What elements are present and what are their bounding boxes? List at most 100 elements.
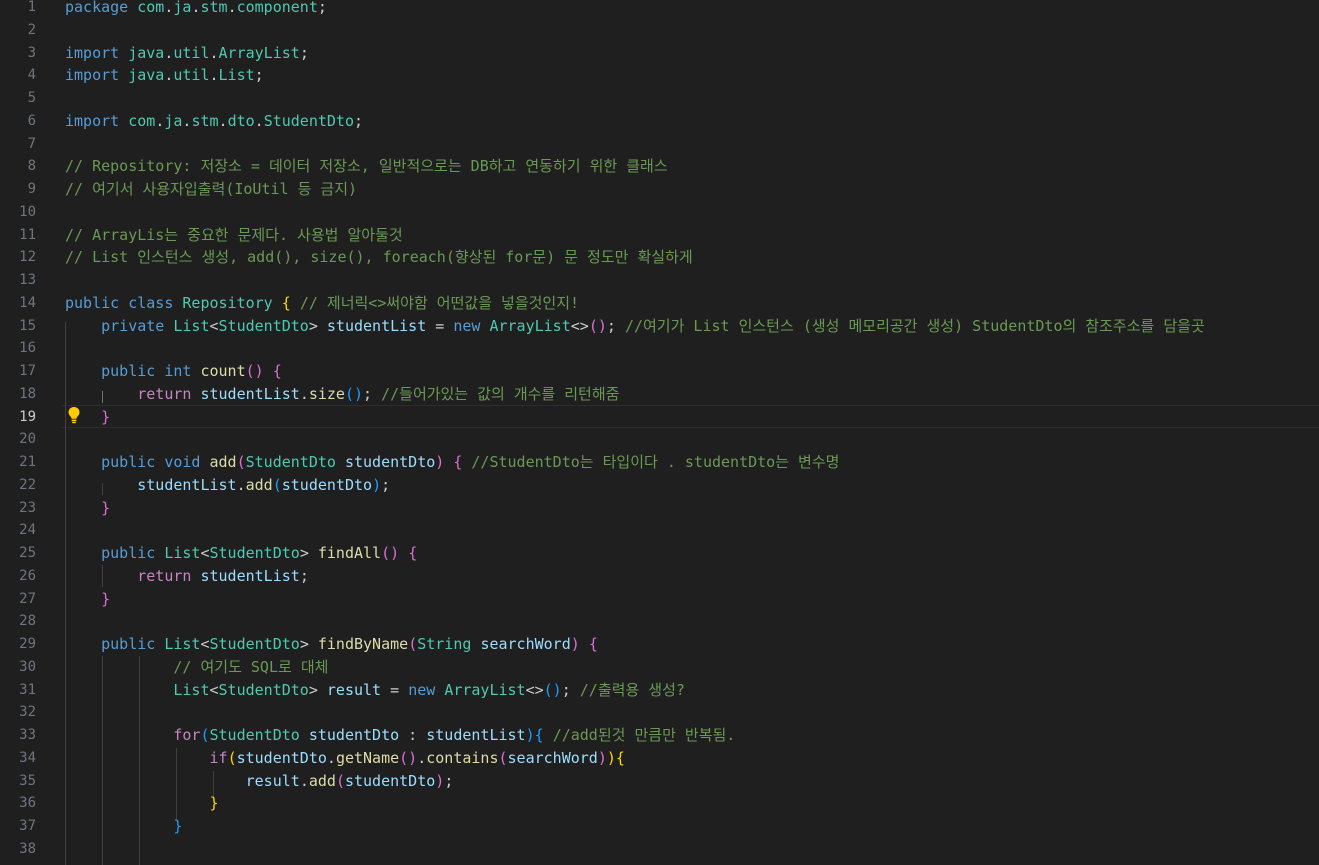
code-line[interactable]: 25 public List<StudentDto> findAll() { (0, 542, 1319, 565)
code-line[interactable]: 32 (0, 701, 1319, 724)
code-token: ; (354, 111, 364, 130)
code-text: // List 인스턴스 생성, add(), size(), foreach(… (65, 246, 693, 269)
code-line[interactable]: 30 // 여기도 SQL로 대체 (0, 656, 1319, 679)
code-token: > (299, 635, 318, 653)
code-text: } (65, 815, 182, 838)
code-token: List (218, 66, 255, 85)
code-line[interactable]: 29 public List<StudentDto> findByName(St… (0, 633, 1319, 656)
code-line[interactable]: 31 List<StudentDto> result = new ArrayLi… (0, 679, 1319, 702)
code-line[interactable]: 11 // ArrayLis는 중요한 문제다. 사용법 알아둘것 (0, 224, 1319, 247)
code-line[interactable]: 4 import java.util.List; (0, 64, 1319, 87)
line-number: 2 (27, 21, 36, 38)
code-text: } (65, 588, 110, 611)
line-number: 11 (19, 226, 36, 243)
code-line[interactable]: 36 } (0, 792, 1319, 815)
code-line[interactable]: 1 package com.ja.stm.component; (0, 0, 1319, 19)
code-line[interactable]: 35 result.add(studentDto); (0, 770, 1319, 793)
code-line[interactable]: 27 } (0, 588, 1319, 611)
code-line[interactable]: 6 import com.ja.stm.dto.StudentDto; (0, 110, 1319, 133)
code-line[interactable]: 15 private List<StudentDto> studentList … (0, 315, 1319, 338)
code-token: List (164, 635, 201, 653)
code-line[interactable]: 16 (0, 337, 1319, 360)
code-token: findByName (317, 635, 409, 653)
code-token: StudentDto (209, 635, 300, 653)
code-token: <> (570, 316, 589, 335)
code-token: . (236, 475, 246, 494)
code-line[interactable]: 21 public void add(StudentDto studentDto… (0, 451, 1319, 474)
code-text: private List<StudentDto> studentList = n… (65, 315, 1205, 338)
code-token: ; (363, 384, 382, 403)
code-token: . (227, 0, 237, 16)
code-line[interactable]: 23 } (0, 497, 1319, 520)
code-token: = (426, 316, 454, 335)
code-token: public (101, 635, 156, 653)
code-editor[interactable]: 1 package com.ja.stm.component; 2 3 import j… (0, 0, 1319, 865)
code-token: String (417, 635, 472, 653)
code-token: () (344, 384, 364, 403)
code-text: import java.util.List; (65, 64, 264, 87)
code-line[interactable]: 9 // 여기서 사용자입출력(IoUtil 등 금지) (0, 178, 1319, 201)
code-token: studentList (200, 566, 300, 585)
code-line[interactable]: 10 (0, 201, 1319, 224)
code-line[interactable]: 13 (0, 269, 1319, 292)
code-token: StudentDto (263, 111, 354, 130)
line-number: 16 (19, 340, 36, 357)
code-token: ; (561, 680, 580, 699)
code-token: //들어가있는 값의 개수를 리턴해줌 (381, 384, 620, 403)
code-line[interactable]: 18 return studentList.size(); //들어가있는 값의… (0, 383, 1319, 406)
line-number: 14 (19, 294, 36, 311)
code-token: } (101, 498, 111, 517)
code-token: for (173, 726, 201, 744)
code-token: } (209, 794, 219, 813)
code-token: private (101, 316, 165, 335)
code-token: StudentDto (209, 544, 300, 562)
line-number: 21 (19, 454, 36, 470)
code-line[interactable]: 34 if(studentDto.getName().contains(sear… (0, 747, 1319, 770)
line-number: 19 (19, 408, 36, 425)
code-token: > (308, 680, 327, 699)
code-line[interactable]: 24 (0, 519, 1319, 542)
code-line[interactable]: 7 (0, 133, 1319, 156)
code-line[interactable]: 2 (0, 19, 1319, 42)
code-line[interactable]: 20 (0, 428, 1319, 451)
code-line[interactable]: 26 return studentList; (0, 565, 1319, 588)
code-line[interactable]: 5 (0, 87, 1319, 110)
code-line[interactable]: 38 (0, 838, 1319, 861)
code-token: // 여기서 사용자입출력(IoUtil 등 금지) (65, 180, 358, 198)
code-line[interactable]: 28 (0, 610, 1319, 633)
code-line[interactable]: 37 } (0, 815, 1319, 838)
code-token: ( (200, 726, 210, 744)
code-line[interactable]: 12 // List 인스턴스 생성, add(), size(), foreac… (0, 246, 1319, 269)
code-text: // Repository: 저장소 = 데이터 저장소, 일반적으로는 DB하… (65, 155, 668, 178)
code-token: . (254, 111, 264, 130)
code-line[interactable]: 19 } (0, 406, 1319, 429)
code-token: StudentDto (209, 726, 300, 744)
code-line[interactable]: 3 import java.util.ArrayList; (0, 42, 1319, 65)
code-text: } (65, 792, 219, 815)
code-token: // ArrayLis는 중요한 문제다. 사용법 알아둘것 (65, 225, 403, 244)
line-number: 3 (27, 44, 36, 61)
lightbulb-icon[interactable] (67, 406, 81, 424)
code-token: findAll (317, 544, 382, 562)
code-line[interactable]: 17 public int count() { (0, 360, 1319, 383)
code-line[interactable]: 8 // Repository: 저장소 = 데이터 저장소, 일반적으로는 DB… (0, 155, 1319, 178)
code-line[interactable]: 22 studentList.add(studentDto); (0, 474, 1319, 497)
code-line[interactable]: 33 for(StudentDto studentDto : studentLi… (0, 724, 1319, 747)
line-number: 7 (27, 135, 36, 152)
code-token: < (209, 680, 219, 699)
code-text: return studentList; (65, 565, 309, 588)
code-token: ){ (525, 726, 544, 744)
code-token: searchWord (507, 748, 598, 767)
code-token: Repository (182, 293, 273, 312)
code-line[interactable]: 14 public class Repository { // 제너릭<>써야함 … (0, 292, 1319, 315)
code-token: () (245, 362, 264, 380)
